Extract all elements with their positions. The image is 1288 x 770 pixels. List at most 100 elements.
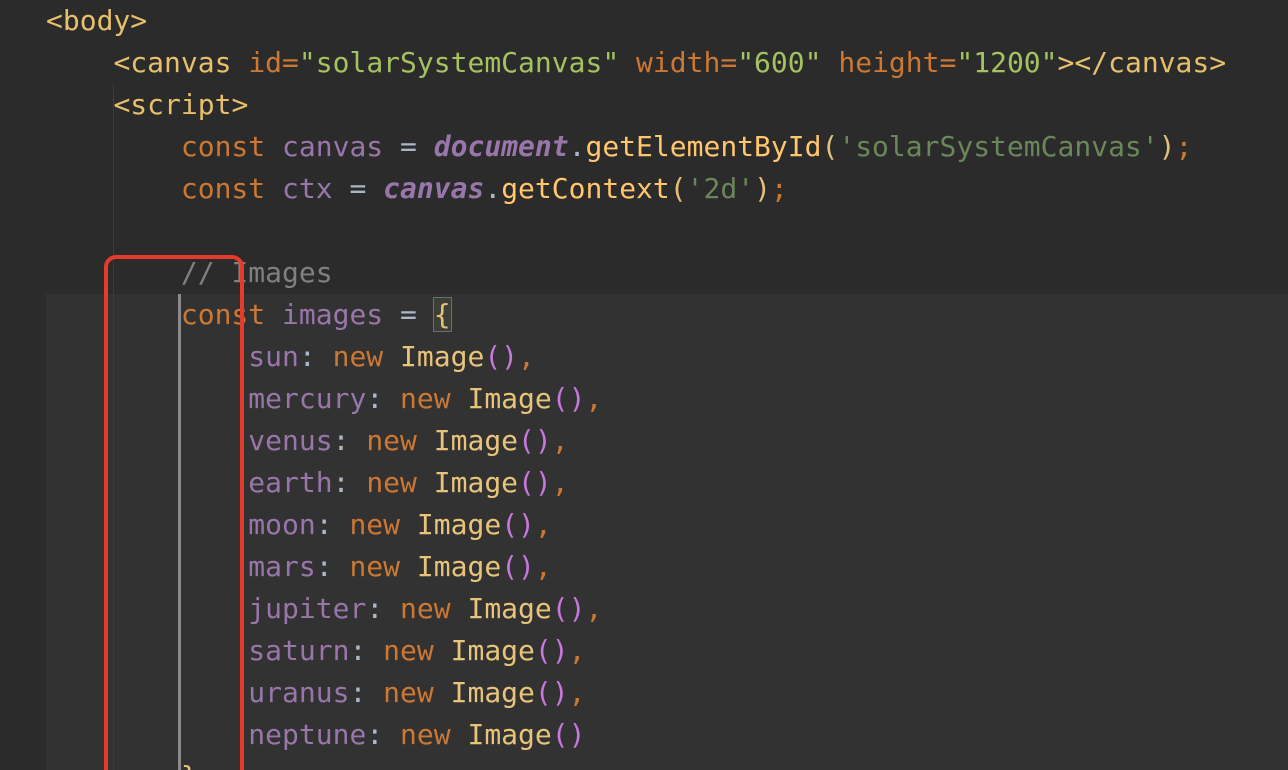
class-name: Image	[416, 508, 502, 541]
trailing-comma: ,	[551, 466, 569, 499]
new-keyword: new	[366, 466, 417, 499]
new-keyword: new	[383, 676, 434, 709]
new-keyword: new	[349, 550, 401, 583]
trailing-comma: ,	[551, 424, 569, 457]
open-paren: (	[669, 172, 687, 205]
entry-colon: :	[349, 676, 367, 709]
code-line-4: const canvas = document.getElementById('…	[46, 126, 1193, 168]
class-name: Image	[433, 424, 519, 457]
string-arg: '2d'	[686, 172, 755, 205]
entry-key: mercury	[248, 382, 367, 415]
class-name: Image	[467, 718, 552, 751]
method-name: getElementById	[585, 130, 822, 163]
const-keyword: const	[180, 130, 266, 163]
trailing-comma: ,	[568, 634, 586, 667]
entry-colon: :	[366, 718, 384, 751]
trailing-comma: ,	[568, 676, 586, 709]
class-name: Image	[450, 634, 535, 667]
entry-colon: :	[315, 550, 333, 583]
call-parens: ()	[551, 718, 586, 751]
class-name: Image	[467, 382, 552, 415]
entry-colon: :	[349, 634, 367, 667]
entry-key: venus	[248, 424, 333, 457]
entry-key: neptune	[248, 718, 367, 751]
new-keyword: new	[400, 382, 451, 415]
dot: .	[568, 130, 586, 163]
variable-name: images	[282, 298, 384, 331]
call-parens: ()	[551, 382, 586, 415]
open-paren: (	[821, 130, 839, 163]
entry-colon: :	[366, 382, 384, 415]
class-name: Image	[433, 466, 519, 499]
assign-operator: =	[349, 172, 367, 205]
code-editor[interactable]: <body> <canvas id="solarSystemCanvas" wi…	[0, 0, 1288, 770]
new-keyword: new	[400, 718, 451, 751]
close-paren: )	[1158, 130, 1176, 163]
new-keyword: new	[383, 634, 434, 667]
global-object: document	[433, 130, 569, 163]
method-name: getContext	[501, 172, 670, 205]
close-paren: )	[754, 172, 771, 205]
semicolon: ;	[770, 172, 788, 205]
highlight-annotation-box	[104, 255, 244, 770]
call-parens: ()	[534, 634, 569, 667]
width-value: "600"	[737, 46, 822, 79]
canvas-close-tag: ></canvas>	[1057, 46, 1227, 79]
editor-gutter	[0, 0, 46, 770]
height-value: "1200"	[956, 46, 1058, 79]
entry-key: uranus	[248, 676, 350, 709]
new-keyword: new	[332, 340, 384, 373]
trailing-comma: ,	[534, 508, 552, 541]
class-name: Image	[450, 676, 535, 709]
open-brace: {	[432, 297, 452, 332]
new-keyword: new	[400, 592, 451, 625]
entry-key: mars	[248, 550, 316, 583]
entry-colon: :	[315, 508, 333, 541]
code-line-1: <body>	[46, 0, 147, 42]
entry-colon: :	[298, 340, 316, 373]
code-line-2: <canvas id="solarSystemCanvas" width="60…	[46, 42, 1226, 84]
code-line-3: <script>	[46, 84, 248, 126]
class-name: Image	[467, 592, 552, 625]
script-tag: <script>	[113, 88, 249, 121]
semicolon: ;	[1175, 130, 1193, 163]
new-keyword: new	[349, 508, 401, 541]
call-parens: ()	[518, 466, 552, 499]
entry-key: jupiter	[248, 592, 367, 625]
entry-key: earth	[248, 466, 333, 499]
assign-operator: =	[400, 130, 417, 163]
trailing-comma: ,	[518, 340, 535, 373]
call-parens: ()	[534, 676, 569, 709]
new-keyword: new	[366, 424, 417, 457]
call-parens: ()	[484, 340, 519, 373]
variable-name: ctx	[282, 172, 333, 205]
assign-operator: =	[400, 298, 417, 331]
canvas-object: canvas	[383, 172, 485, 205]
id-attribute: id=	[248, 46, 299, 79]
class-name: Image	[416, 550, 502, 583]
call-parens: ()	[501, 508, 535, 541]
body-tag: <body>	[46, 4, 148, 37]
call-parens: ()	[551, 592, 586, 625]
call-parens: ()	[501, 550, 535, 583]
entry-key: moon	[248, 508, 316, 541]
trailing-comma: ,	[585, 382, 603, 415]
entry-key: saturn	[248, 634, 350, 667]
entry-key: sun	[248, 340, 299, 373]
code-line-5: const ctx = canvas.getContext('2d');	[46, 168, 788, 210]
call-parens: ()	[518, 424, 552, 457]
variable-name: canvas	[282, 130, 384, 163]
trailing-comma: ,	[585, 592, 603, 625]
const-keyword: const	[180, 172, 266, 205]
entry-colon: :	[332, 466, 350, 499]
canvas-open-tag: <canvas	[113, 46, 232, 79]
dot: .	[484, 172, 502, 205]
width-attribute: width=	[636, 46, 738, 79]
class-name: Image	[400, 340, 485, 373]
string-arg: 'solarSystemCanvas'	[838, 130, 1159, 163]
height-attribute: height=	[838, 46, 957, 79]
trailing-comma: ,	[534, 550, 552, 583]
entry-colon: :	[366, 592, 384, 625]
id-value: "solarSystemCanvas"	[298, 46, 620, 79]
entry-colon: :	[332, 424, 350, 457]
